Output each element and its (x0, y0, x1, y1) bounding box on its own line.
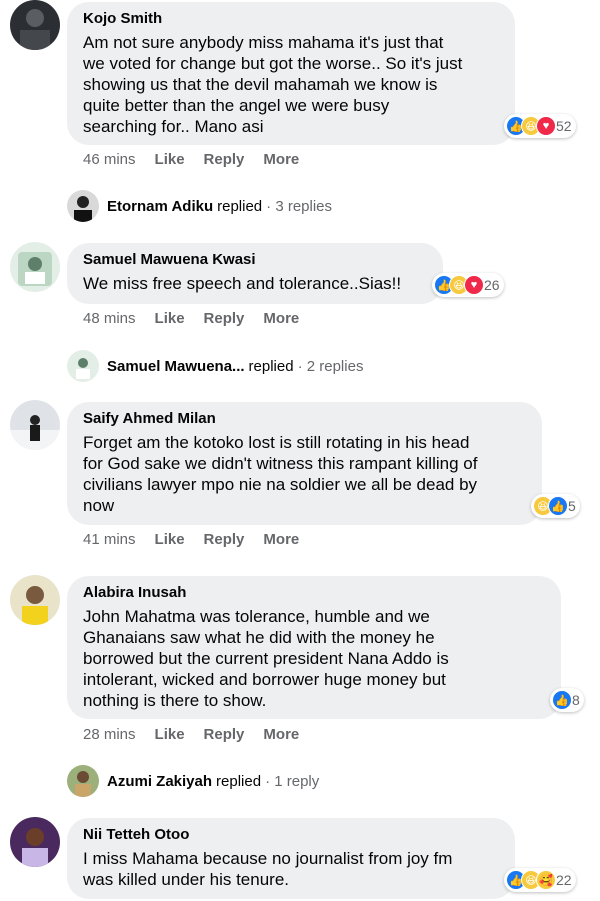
avatar[interactable] (10, 817, 60, 867)
reactions-summary[interactable]: 👍 😆 🥰 22 (504, 868, 576, 892)
view-replies[interactable]: Etornam Adiku replied · 3 replies (67, 190, 332, 222)
reaction-count: 5 (568, 498, 576, 514)
comment-author[interactable]: Alabira Inusah (83, 584, 545, 601)
reactions-summary[interactable]: 😆 👍 5 (531, 494, 580, 518)
reply-verb: replied (248, 357, 294, 375)
comment-text: We miss free speech and tolerance..Sias!… (83, 274, 402, 293)
comment-bubble: Samuel Mawuena Kwasi We miss free speech… (67, 243, 443, 304)
reply-author[interactable]: Azumi Zakiyah (107, 773, 212, 790)
view-replies[interactable]: Azumi Zakiyah replied · 1 reply (67, 765, 319, 797)
more-button[interactable]: More (263, 531, 299, 548)
reply-count[interactable]: · 1 reply (265, 773, 319, 790)
reply-button[interactable]: Reply (204, 531, 245, 548)
reply-count[interactable]: · 2 replies (298, 358, 364, 375)
comment-bubble: Alabira Inusah John Mahatma was toleranc… (67, 576, 561, 719)
more-button[interactable]: More (263, 151, 299, 168)
love-icon: ♥ (464, 275, 484, 295)
avatar[interactable] (10, 575, 60, 625)
reply-button[interactable]: Reply (204, 151, 245, 168)
reactions-summary[interactable]: 👍 😆 ♥ 52 (504, 114, 576, 138)
comment-actions: 28 mins Like Reply More (83, 726, 318, 743)
like-button[interactable]: Like (155, 531, 185, 548)
comment-text: Forget am the kotoko lost is still rotat… (83, 433, 478, 515)
more-button[interactable]: More (263, 726, 299, 743)
comment-text: I miss Mahama because no journalist from… (83, 849, 453, 889)
comment-actions: 48 mins Like Reply More (83, 310, 318, 327)
reaction-count: 26 (484, 277, 500, 293)
comment-time[interactable]: 41 mins (83, 531, 136, 548)
comment-actions: 46 mins Like Reply More (83, 151, 318, 168)
reply-count[interactable]: · 3 replies (266, 198, 332, 215)
reply-verb: replied (217, 197, 263, 215)
comment-bubble: Kojo Smith Am not sure anybody miss maha… (67, 2, 515, 145)
reply-verb: replied (216, 772, 262, 790)
like-button[interactable]: Like (155, 726, 185, 743)
like-icon: 👍 (552, 690, 572, 710)
view-replies[interactable]: Samuel Mawuena... replied · 2 replies (67, 350, 363, 382)
reactions-summary[interactable]: 👍 😆 ♥ 26 (432, 273, 504, 297)
comment-author[interactable]: Samuel Mawuena Kwasi (83, 251, 427, 268)
comment-author[interactable]: Kojo Smith (83, 10, 499, 27)
reply-avatar (67, 190, 99, 222)
reply-author[interactable]: Samuel Mawuena... (107, 358, 245, 375)
reaction-count: 22 (556, 872, 572, 888)
reply-author[interactable]: Etornam Adiku (107, 198, 213, 215)
comment-text: Am not sure anybody miss mahama it's jus… (83, 33, 463, 136)
comment-author[interactable]: Saify Ahmed Milan (83, 410, 526, 427)
reply-avatar (67, 350, 99, 382)
reaction-count: 8 (572, 692, 580, 708)
comment-actions: 41 mins Like Reply More (83, 531, 318, 548)
reaction-count: 52 (556, 118, 572, 134)
comment-bubble: Nii Tetteh Otoo I miss Mahama because no… (67, 818, 515, 899)
avatar[interactable] (10, 400, 60, 450)
like-button[interactable]: Like (155, 310, 185, 327)
more-button[interactable]: More (263, 310, 299, 327)
reply-avatar (67, 765, 99, 797)
comment-bubble: Saify Ahmed Milan Forget am the kotoko l… (67, 402, 542, 525)
comment-time[interactable]: 48 mins (83, 310, 136, 327)
like-button[interactable]: Like (155, 151, 185, 168)
comment-text: John Mahatma was tolerance, humble and w… (83, 607, 449, 710)
care-icon: 🥰 (536, 870, 556, 890)
love-icon: ♥ (536, 116, 556, 136)
reply-button[interactable]: Reply (204, 310, 245, 327)
reply-button[interactable]: Reply (204, 726, 245, 743)
avatar[interactable] (10, 242, 60, 292)
reactions-summary[interactable]: 👍 8 (550, 688, 584, 712)
comment-author[interactable]: Nii Tetteh Otoo (83, 826, 499, 843)
comment-time[interactable]: 46 mins (83, 151, 136, 168)
like-icon: 👍 (548, 496, 568, 516)
comment-time[interactable]: 28 mins (83, 726, 136, 743)
avatar[interactable] (10, 0, 60, 50)
